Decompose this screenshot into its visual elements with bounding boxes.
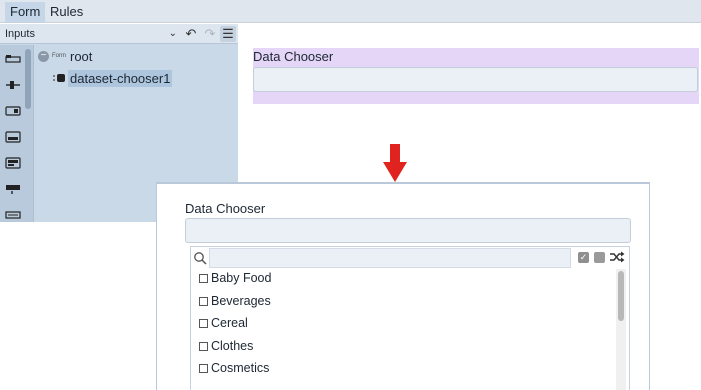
redo-icon[interactable]: ↷ xyxy=(202,26,218,42)
zoom-label: Data Chooser xyxy=(185,201,266,216)
list-item-label: Clothes xyxy=(211,339,254,353)
zoomed-data-chooser: Data Chooser ✓ Baby Food Beverages Cerea… xyxy=(156,182,650,390)
inputs-select[interactable]: Inputs ⌄ xyxy=(0,25,181,43)
scrollbar-thumb[interactable] xyxy=(618,271,624,321)
checkbox[interactable] xyxy=(199,274,208,283)
combo-input-icon[interactable] xyxy=(5,157,21,169)
form-tag: Form xyxy=(52,53,66,59)
search-input[interactable] xyxy=(209,248,571,268)
tree-node-dataset-chooser1[interactable]: dataset-chooser1 xyxy=(68,70,173,87)
text-input-icon[interactable] xyxy=(5,53,21,65)
preview-data-chooser-input[interactable] xyxy=(253,67,698,92)
list-input-icon[interactable] xyxy=(5,209,21,221)
list-item-label: Beverages xyxy=(211,294,271,308)
slider-input-icon[interactable] xyxy=(5,79,21,91)
checkbox[interactable] xyxy=(199,342,208,351)
panel-header: Inputs ⌄ ↶ ↷ ☰ xyxy=(0,24,238,44)
menu-icon[interactable]: ☰ xyxy=(220,26,236,42)
list-item[interactable]: Cereal xyxy=(199,314,248,332)
shuffle-icon[interactable] xyxy=(609,250,625,264)
checkbox[interactable] xyxy=(199,297,208,306)
checkbox[interactable] xyxy=(199,364,208,373)
undo-icon[interactable]: ↶ xyxy=(183,26,199,42)
arrow-down-icon xyxy=(383,144,407,182)
search-icon xyxy=(194,252,207,265)
chevron-down-icon: ⌄ xyxy=(168,28,177,39)
palette-scrollbar[interactable] xyxy=(25,49,31,109)
deselect-all-icon[interactable] xyxy=(594,252,605,263)
dataset-chooser-icon xyxy=(53,74,65,82)
tab-form[interactable]: Form xyxy=(5,2,46,22)
tab-rules[interactable]: Rules xyxy=(45,2,88,22)
list-item[interactable]: Cosmetics xyxy=(199,359,269,377)
list-item[interactable]: Clothes xyxy=(199,337,253,355)
list-item-label: Baby Food xyxy=(211,271,272,285)
list-item[interactable]: Beverages xyxy=(199,292,271,310)
top-tab-bar: Form Rules xyxy=(0,0,701,23)
list-item-label: Cosmetics xyxy=(211,361,270,375)
list-item[interactable]: Baby Food xyxy=(199,269,271,287)
button-input-icon[interactable] xyxy=(5,183,21,195)
preview-label: Data Chooser xyxy=(253,49,334,64)
tree-node-root[interactable]: root xyxy=(70,49,92,64)
collapse-icon[interactable]: − xyxy=(38,51,49,62)
dropdown-scrollbar[interactable] xyxy=(616,269,626,390)
inputs-select-value: Inputs xyxy=(5,28,35,40)
data-chooser-dropdown: ✓ Baby Food Beverages Cereal Clothes Cos… xyxy=(190,246,630,390)
select-all-icon[interactable]: ✓ xyxy=(578,252,589,263)
data-chooser-input[interactable] xyxy=(185,218,631,243)
list-item-label: Cereal xyxy=(211,316,248,330)
input-palette xyxy=(0,45,34,222)
dropdown-input-icon[interactable] xyxy=(5,131,21,143)
preview-highlight[interactable]: Data Chooser xyxy=(253,48,699,104)
checkbox[interactable] xyxy=(199,319,208,328)
toggle-input-icon[interactable] xyxy=(5,105,21,117)
